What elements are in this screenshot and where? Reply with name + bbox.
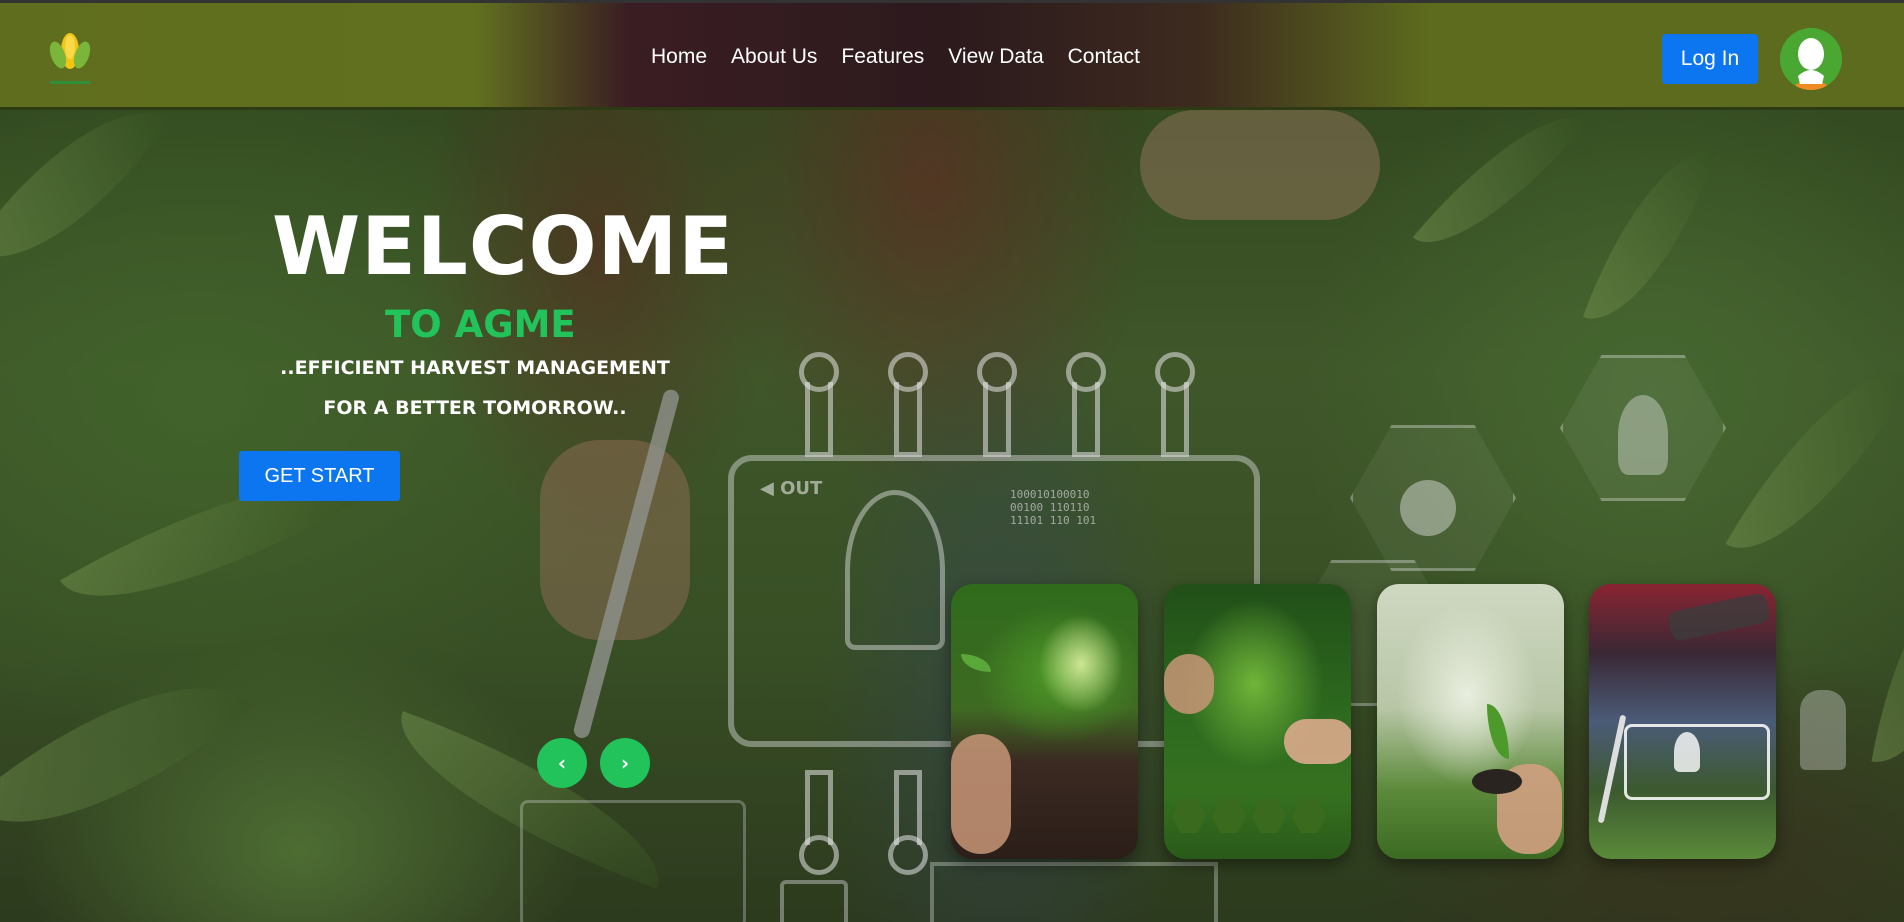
hero-subtitle: TO AGME	[385, 303, 576, 346]
carousel-next-button[interactable]: ›	[600, 738, 650, 788]
carousel-card-plant-hands[interactable]	[1164, 584, 1351, 859]
chevron-right-icon: ›	[620, 751, 630, 775]
get-start-button[interactable]: GET START	[239, 451, 400, 501]
page: ◀ OUT 100010100010 00100 110110 11101 110 …	[0, 0, 1904, 922]
top-navbar: Home About Us Features View Data Contact…	[0, 0, 1904, 110]
carousel-card-chemistry[interactable]	[1377, 584, 1564, 859]
nav-features[interactable]: Features	[841, 45, 924, 69]
nav-contact[interactable]: Contact	[1068, 45, 1140, 69]
chevron-left-icon: ‹	[557, 751, 567, 775]
carousel-card-seedling[interactable]	[951, 584, 1138, 859]
corn-logo-icon[interactable]	[40, 25, 100, 91]
hero-tagline: ..EFFICIENT HARVEST MANAGEMENT FOR A BET…	[280, 357, 670, 419]
nav-about-us[interactable]: About Us	[731, 45, 817, 69]
carousel-prev-button[interactable]: ‹	[537, 738, 587, 788]
login-button[interactable]: Log In	[1662, 34, 1758, 84]
hero-title: WELCOME	[272, 200, 734, 293]
nav-view-data[interactable]: View Data	[948, 45, 1043, 69]
user-avatar-icon[interactable]	[1780, 28, 1842, 90]
main-nav: Home About Us Features View Data Contact	[651, 45, 1140, 69]
carousel-card-farmer-tablet[interactable]	[1589, 584, 1776, 859]
nav-home[interactable]: Home	[651, 45, 707, 69]
